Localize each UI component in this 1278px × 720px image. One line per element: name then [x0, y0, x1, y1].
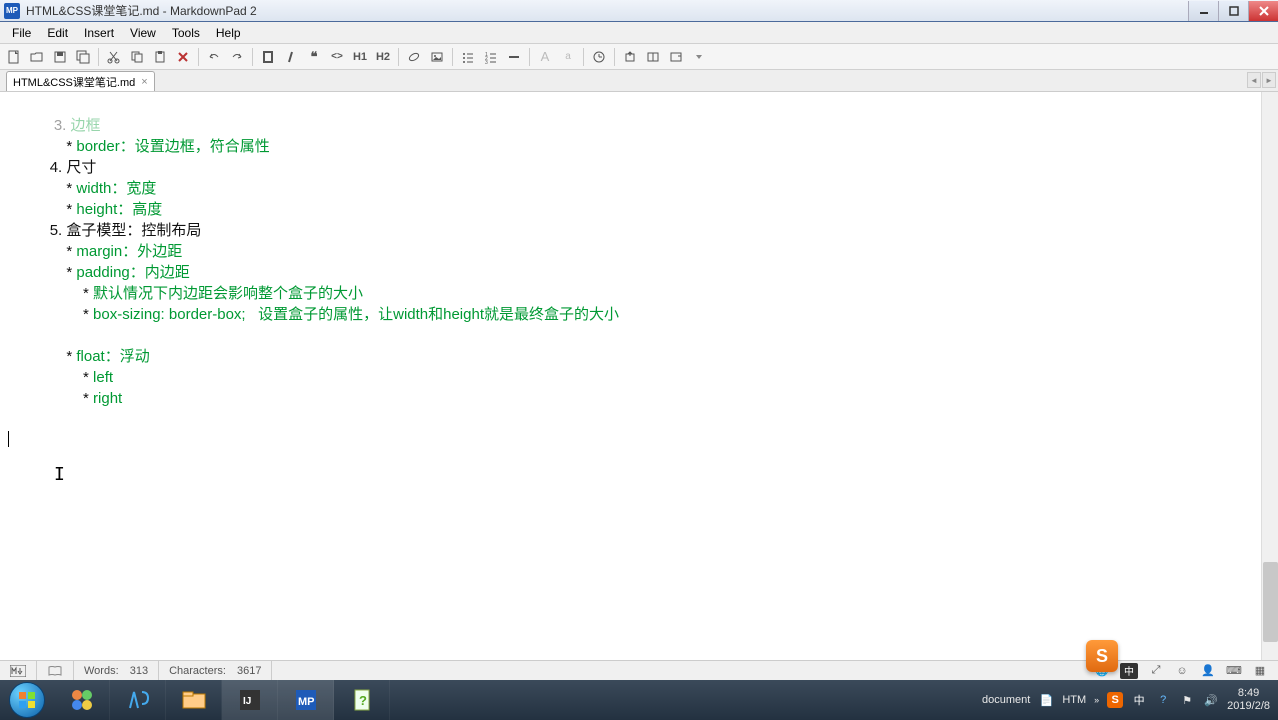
minimize-button[interactable]	[1188, 1, 1218, 21]
tray-note-icon[interactable]: 📄	[1038, 692, 1054, 708]
start-button[interactable]	[0, 680, 54, 720]
tab-prev-icon[interactable]: ◄	[1247, 72, 1261, 88]
h1-button[interactable]: H1	[350, 47, 370, 67]
italic-icon[interactable]	[281, 47, 301, 67]
link-icon[interactable]	[404, 47, 424, 67]
tray-chevron-icon[interactable]: »	[1094, 695, 1099, 705]
menu-file[interactable]: File	[4, 24, 39, 42]
quote-icon[interactable]: ❝	[304, 47, 324, 67]
tray-document: document	[982, 694, 1030, 706]
taskbar-app-2[interactable]	[110, 680, 166, 720]
taskbar: IJ MP ? document 📄 HTM » S 中 ? ⚑ 🔊 8:49 …	[0, 680, 1278, 720]
vertical-scrollbar[interactable]	[1261, 92, 1278, 660]
svg-text:MP: MP	[298, 696, 315, 708]
lang-icon[interactable]: 中	[1120, 663, 1138, 679]
menu-tools[interactable]: Tools	[164, 24, 208, 42]
document-tab[interactable]: HTML&CSS课堂笔记.md ×	[6, 71, 155, 91]
hr-icon[interactable]	[504, 47, 524, 67]
preview-icon[interactable]	[643, 47, 663, 67]
more-icon[interactable]	[689, 47, 709, 67]
save-all-icon[interactable]	[73, 47, 93, 67]
tray-htm: HTM	[1062, 694, 1086, 706]
close-button[interactable]	[1248, 1, 1278, 21]
titlebar: MP HTML&CSS课堂笔记.md - MarkdownPad 2	[0, 0, 1278, 22]
system-tray: document 📄 HTM » S 中 ? ⚑ 🔊 8:49 2019/2/8	[974, 687, 1278, 713]
cut-icon[interactable]	[104, 47, 124, 67]
tabbar: HTML&CSS课堂笔记.md × ◄ ►	[0, 70, 1278, 92]
ibeam-cursor: I	[54, 464, 65, 485]
window-title: HTML&CSS课堂笔记.md - MarkdownPad 2	[24, 2, 1188, 19]
svg-text:IJ: IJ	[243, 696, 251, 707]
font-large-icon[interactable]: A	[535, 47, 555, 67]
svg-text:?: ?	[359, 693, 367, 708]
status-chars: Characters: 3617	[159, 661, 272, 680]
new-file-icon[interactable]	[4, 47, 24, 67]
menu-edit[interactable]: Edit	[39, 24, 76, 42]
image-icon[interactable]	[427, 47, 447, 67]
app-icon: MP	[4, 3, 20, 19]
status-markdown-icon[interactable]	[0, 661, 37, 680]
scrollbar-thumb[interactable]	[1263, 562, 1278, 642]
expand-icon[interactable]: ⤢	[1148, 663, 1164, 679]
user-icon[interactable]: 👤	[1200, 663, 1216, 679]
tab-next-icon[interactable]: ►	[1262, 72, 1276, 88]
delete-icon[interactable]	[173, 47, 193, 67]
copy-icon[interactable]	[127, 47, 147, 67]
tray-sogou-icon[interactable]: S	[1107, 692, 1123, 708]
open-file-icon[interactable]	[27, 47, 47, 67]
taskbar-explorer-icon[interactable]	[166, 680, 222, 720]
taskbar-app-1[interactable]	[54, 680, 110, 720]
status-words: Words: 313	[74, 661, 159, 680]
maximize-button[interactable]	[1218, 1, 1248, 21]
tray-volume-icon[interactable]: 🔊	[1203, 692, 1219, 708]
status-book-icon[interactable]	[37, 661, 74, 680]
paste-icon[interactable]	[150, 47, 170, 67]
grid-icon[interactable]: ▦	[1252, 663, 1268, 679]
redo-icon[interactable]	[227, 47, 247, 67]
h2-button[interactable]: H2	[373, 47, 393, 67]
timestamp-icon[interactable]	[589, 47, 609, 67]
keyboard-icon[interactable]: ⌨	[1226, 663, 1242, 679]
svg-text:3: 3	[485, 60, 488, 64]
taskbar-intellij-icon[interactable]: IJ	[222, 680, 278, 720]
font-small-icon[interactable]: a	[558, 47, 578, 67]
undo-icon[interactable]	[204, 47, 224, 67]
export-icon[interactable]	[620, 47, 640, 67]
menubar: File Edit Insert View Tools Help	[0, 22, 1278, 44]
window-controls	[1188, 1, 1278, 21]
editor[interactable]: 3. 边框 * border：设置边框，符合属性 4. 尺寸 * width：宽…	[0, 92, 1278, 660]
menu-help[interactable]: Help	[208, 24, 249, 42]
save-icon[interactable]	[50, 47, 70, 67]
tray-flag-icon[interactable]: ⚑	[1179, 692, 1195, 708]
face-icon[interactable]: ☺	[1174, 663, 1190, 679]
text-cursor	[8, 431, 9, 447]
menu-view[interactable]: View	[122, 24, 164, 42]
tray-zhong-icon[interactable]: 中	[1131, 692, 1147, 708]
code-icon[interactable]: <>	[327, 47, 347, 67]
taskbar-help-icon[interactable]: ?	[334, 680, 390, 720]
tab-label: HTML&CSS课堂笔记.md	[13, 74, 135, 90]
tab-close-icon[interactable]: ×	[141, 76, 147, 88]
menu-insert[interactable]: Insert	[76, 24, 122, 42]
ul-icon[interactable]	[458, 47, 478, 67]
bold-icon[interactable]	[258, 47, 278, 67]
ol-icon[interactable]: 123	[481, 47, 501, 67]
tray-clock[interactable]: 8:49 2019/2/8	[1227, 687, 1270, 713]
taskbar-markdownpad-icon[interactable]: MP	[278, 680, 334, 720]
tray-help-icon[interactable]: ?	[1155, 692, 1171, 708]
sogou-ime-icon[interactable]: S	[1086, 640, 1118, 672]
browser-icon[interactable]	[666, 47, 686, 67]
toolbar: ❝ <> H1 H2 123 A a	[0, 44, 1278, 70]
